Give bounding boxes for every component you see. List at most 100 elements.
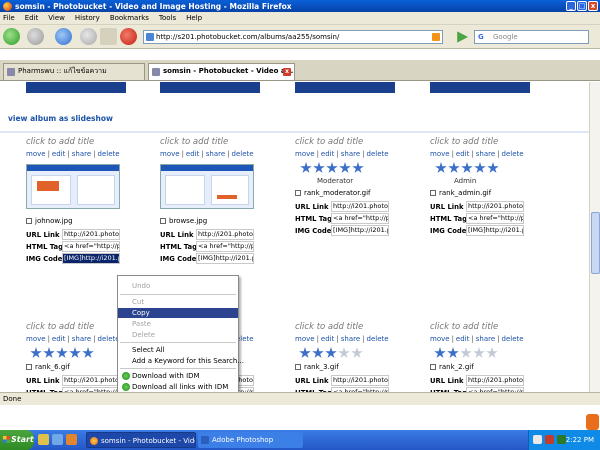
tab-photobucket[interactable]: somsin - Photobucket - Video an... x [148,63,295,80]
stop-icon[interactable] [80,28,97,45]
menu-bookmarks[interactable]: Bookmarks [110,14,149,22]
slideshow-link[interactable]: view album as slideshow [8,114,113,123]
photo-title[interactable]: click to add title [26,137,94,147]
edit-link[interactable]: edit [321,150,334,158]
menu-view[interactable]: View [48,14,65,22]
url-link-field[interactable]: http://i201.photobuc [331,375,389,386]
photo-title[interactable]: click to add title [430,322,498,332]
delete-link[interactable]: delete [232,150,254,158]
menu-item-add-keyword[interactable]: Add a Keyword for this Search... [118,356,244,366]
photo-title[interactable]: click to add title [26,322,94,332]
share-link[interactable]: share [476,150,495,158]
move-link[interactable]: move [430,150,450,158]
photo-title[interactable]: click to add title [430,137,498,147]
img-code-field[interactable]: [IMG]http://i201.pho [466,225,524,236]
url-link-field[interactable]: http://i201.photobuc [196,229,254,240]
forward-arrow-icon[interactable] [27,28,44,45]
share-link[interactable]: share [72,150,91,158]
close-button[interactable]: x [588,1,598,11]
share-link[interactable]: share [341,150,360,158]
share-link[interactable]: share [476,335,495,343]
vertical-scrollbar[interactable] [589,82,600,392]
search-input[interactable]: Google [474,30,589,44]
taskbar-item-firefox[interactable]: somsin - Photobucket - Video ... [86,432,196,448]
menu-edit[interactable]: Edit [25,14,39,22]
scrollbar-thumb[interactable] [591,212,600,274]
select-checkbox[interactable] [430,190,436,196]
folder-icon[interactable] [38,434,49,445]
photo-thumbnail[interactable] [26,164,120,209]
delete-link[interactable]: delete [98,150,120,158]
language-icon[interactable] [533,435,542,444]
reload-icon[interactable] [55,28,72,45]
img-code-field[interactable]: [IMG]http://i201.pho [62,253,120,264]
delete-link[interactable]: delete [502,335,524,343]
desktop-icon[interactable] [52,434,63,445]
menu-item-delete[interactable]: Delete [118,330,238,340]
firefox-quicklaunch-icon[interactable] [66,434,77,445]
menu-history[interactable]: History [75,14,100,22]
share-link[interactable]: share [206,150,225,158]
taskbar-item-photoshop[interactable]: Adobe Photoshop [198,432,303,448]
photo-thumbnail[interactable] [160,164,254,209]
rss-feed-icon[interactable] [432,33,440,41]
html-tag-field[interactable]: <a href="http://photo [331,213,389,224]
photo-title[interactable]: click to add title [295,137,363,147]
menu-item-undo[interactable]: Undo [118,281,238,291]
tab-close-icon[interactable]: x [283,68,291,76]
edit-link[interactable]: edit [456,150,469,158]
photo-title[interactable]: click to add title [295,322,363,332]
menu-item-download-all-idm[interactable]: Download all links with IDM [118,382,238,392]
html-tag-field[interactable]: <a href="http://photo [466,213,524,224]
share-link[interactable]: share [341,335,360,343]
edit-link[interactable]: edit [186,150,199,158]
tab-pharmswu[interactable]: Pharmswu :: แก้ไขข้อความ [3,63,145,80]
menu-item-download-idm[interactable]: Download with IDM [118,371,238,381]
menu-file[interactable]: File [3,14,15,22]
back-arrow-icon[interactable] [3,28,20,45]
download-indicator-icon[interactable] [586,414,599,430]
img-code-field[interactable]: [IMG]http://i201.pho [196,253,254,264]
move-link[interactable]: move [26,335,46,343]
share-link[interactable]: share [72,335,91,343]
move-link[interactable]: move [430,335,450,343]
start-button[interactable]: Start [0,430,34,450]
move-link[interactable]: move [26,150,46,158]
move-link[interactable]: move [160,150,180,158]
menu-help[interactable]: Help [186,14,202,22]
edit-link[interactable]: edit [456,335,469,343]
tray-network-icon[interactable] [557,435,566,444]
edit-link[interactable]: edit [52,335,65,343]
delete-link[interactable]: delete [502,150,524,158]
url-link-field[interactable]: http://i201.photobuc [62,375,120,386]
select-checkbox[interactable] [430,364,436,370]
select-checkbox[interactable] [295,364,301,370]
move-link[interactable]: move [295,335,315,343]
menu-item-copy[interactable]: Copy [118,308,238,318]
select-checkbox[interactable] [26,364,32,370]
edit-link[interactable]: edit [52,150,65,158]
menu-item-paste[interactable]: Paste [118,319,238,329]
photo-title[interactable]: click to add title [160,137,228,147]
html-tag-field[interactable]: <a href="http://photo [62,241,120,252]
url-link-field[interactable]: http://i201.photobuc [466,201,524,212]
select-checkbox[interactable] [26,218,32,224]
url-link-field[interactable]: http://i201.photobuc [62,229,120,240]
menu-item-cut[interactable]: Cut [118,297,238,307]
delete-link[interactable]: delete [367,335,389,343]
address-bar[interactable]: http://s201.photobucket.com/albums/aa255… [143,30,443,44]
adblock-icon[interactable] [120,28,137,45]
img-code-field[interactable]: [IMG]http://i201.pho [331,225,389,236]
minimize-button[interactable]: _ [566,1,576,11]
select-checkbox[interactable] [295,190,301,196]
maximize-button[interactable]: □ [577,1,587,11]
url-link-field[interactable]: http://i201.photobuc [466,375,524,386]
select-checkbox[interactable] [160,218,166,224]
delete-link[interactable]: delete [367,150,389,158]
home-icon[interactable] [100,28,117,45]
menu-tools[interactable]: Tools [159,14,176,22]
url-link-field[interactable]: http://i201.photobuc [331,201,389,212]
menu-item-select-all[interactable]: Select All [118,345,238,355]
go-button-icon[interactable] [457,31,468,43]
move-link[interactable]: move [295,150,315,158]
